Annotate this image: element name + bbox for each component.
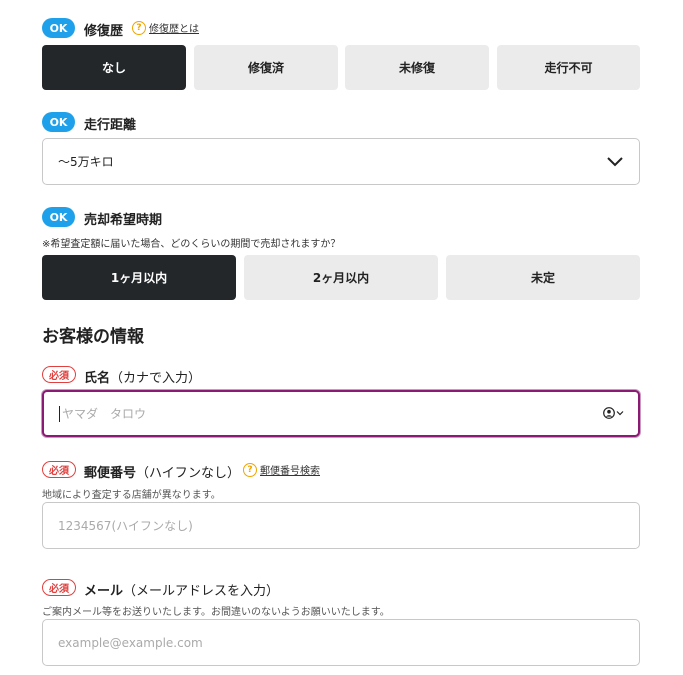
repair-option-none[interactable]: なし	[42, 45, 186, 90]
required-badge-postal: 必須	[42, 461, 76, 478]
postal-note: 地域により査定する店舗が異なります。	[42, 490, 221, 501]
repair-history-help-link[interactable]: 修復歴とは	[149, 20, 199, 35]
ok-badge-mileage: OK	[42, 112, 75, 132]
sale-option-2months[interactable]: 2ヶ月以内	[244, 255, 438, 300]
name-label-sub: （カナで入力）	[110, 371, 202, 386]
text-caret	[59, 405, 60, 422]
ok-badge-repair: OK	[42, 18, 75, 38]
sale-option-undecided[interactable]: 未定	[446, 255, 640, 300]
chevron-down-small-icon	[616, 411, 624, 416]
sale-option-1month[interactable]: 1ヶ月以内	[42, 255, 236, 300]
postal-label-main: 郵便番号	[84, 466, 137, 481]
repair-option-undrivable[interactable]: 走行不可	[497, 45, 640, 90]
ok-badge-sale-timing: OK	[42, 207, 75, 227]
name-input-placeholder: ヤマダ タロウ	[62, 407, 147, 421]
postal-search-link[interactable]: 郵便番号検索	[260, 462, 320, 477]
postal-input-placeholder: 1234567(ハイフンなし)	[58, 519, 193, 533]
postal-label: 郵便番号（ハイフンなし）	[84, 462, 240, 481]
email-label-sub: （メールアドレスを入力）	[123, 584, 280, 599]
name-label-main: 氏名	[84, 371, 111, 386]
sale-timing-label: 売却希望時期	[84, 213, 163, 228]
postal-help[interactable]: ? 郵便番号検索	[243, 462, 320, 477]
repair-option-repaired[interactable]: 修復済	[194, 45, 338, 90]
required-badge-email: 必須	[42, 579, 76, 596]
customer-info-title: お客様の情報	[42, 327, 144, 347]
postal-label-sub: （ハイフンなし）	[136, 466, 241, 481]
mileage-select[interactable]: 〜5万キロ	[42, 138, 640, 185]
repair-option-unrepaired[interactable]: 未修復	[345, 45, 489, 90]
chevron-down-icon	[607, 157, 623, 167]
mileage-label: 走行距離	[84, 118, 137, 133]
autofill-contact-icon[interactable]	[603, 407, 624, 419]
name-label: 氏名（カナで入力）	[84, 367, 201, 386]
email-label: メール（メールアドレスを入力）	[84, 580, 279, 599]
question-icon: ?	[243, 462, 257, 477]
postal-input[interactable]: 1234567(ハイフンなし)	[42, 502, 640, 549]
email-input-placeholder: example@example.com	[58, 635, 203, 650]
mileage-select-value: 〜5万キロ	[58, 155, 114, 169]
email-note: ご案内メール等をお送りいたします。お間違いのないようお願いいたします。	[42, 607, 390, 618]
sale-timing-note: ※希望査定額に届いた場合、どのくらいの期間で売却されますか？	[42, 239, 341, 250]
email-input[interactable]: example@example.com	[42, 619, 640, 666]
name-input[interactable]: ヤマダ タロウ	[42, 390, 640, 437]
question-icon: ?	[132, 20, 146, 35]
required-badge-name: 必須	[42, 366, 76, 383]
person-circle-icon	[603, 407, 615, 419]
email-label-main: メール	[84, 584, 124, 599]
repair-history-help[interactable]: ? 修復歴とは	[132, 20, 199, 35]
repair-history-label: 修復歴	[84, 24, 124, 39]
